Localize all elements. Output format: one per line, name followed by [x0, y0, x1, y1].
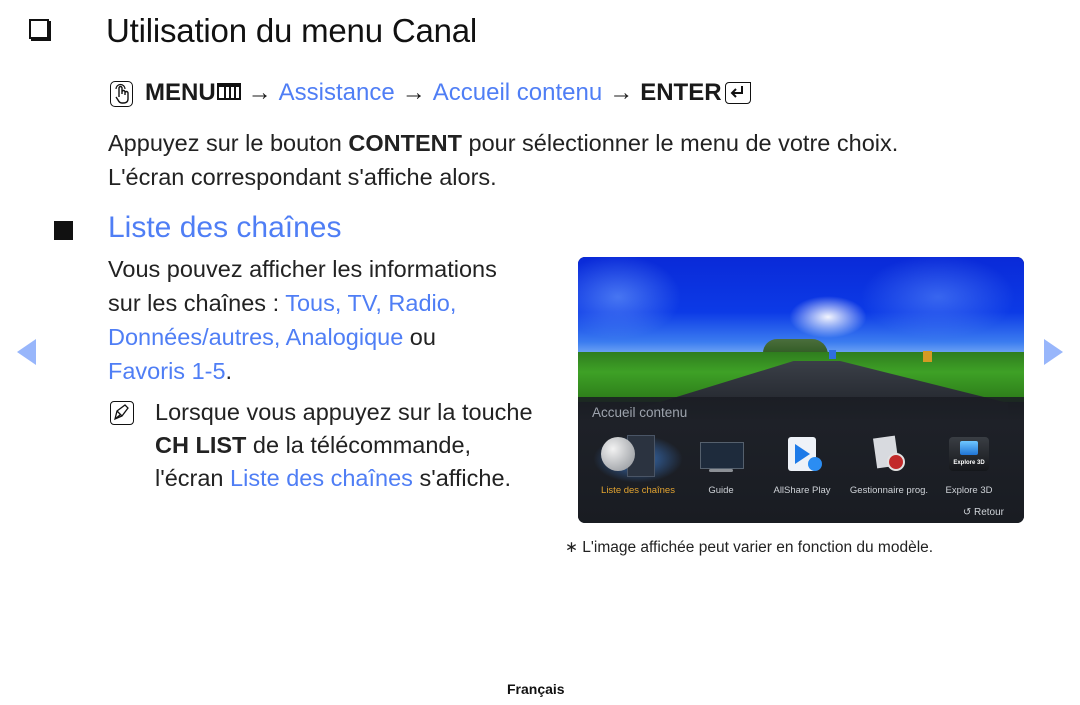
body-text: sur les chaînes : [108, 290, 286, 316]
allshare-badge-icon [808, 457, 822, 471]
path-step-accueil-contenu[interactable]: Accueil contenu [433, 79, 602, 107]
explore-3d-badge: Explore 3D [953, 460, 985, 466]
ch-list-key: CH LIST [155, 432, 247, 458]
note-line: l'écran [155, 465, 231, 491]
enter-label: ENTER [640, 79, 722, 106]
note-line: Lorsque vous appuyez sur la touche [155, 399, 533, 425]
path-step-assistance[interactable]: Assistance [279, 79, 395, 107]
favorites: Favoris 1-5 [108, 358, 226, 384]
3d-cube-icon [960, 441, 978, 455]
footer-language: Français [507, 681, 565, 697]
return-icon: ↺ [962, 507, 972, 518]
path-arrow: → [247, 79, 272, 106]
menu-label: MENU [145, 79, 216, 106]
body-line: Vous pouvez afficher les informations [108, 256, 497, 282]
note-line: s'affiche. [412, 465, 512, 491]
channel-types: Tous, TV, Radio, [285, 290, 457, 316]
subsection-title: Liste des chaînes [108, 211, 342, 244]
remote-hand-icon [110, 81, 133, 107]
satellite-dish-icon [601, 437, 635, 471]
section-checkbox-icon [29, 19, 49, 39]
return-button[interactable]: ↺ Retour [963, 507, 1004, 518]
tv-item-label: Liste des chaînes [601, 485, 675, 496]
tv-guide-icon [700, 442, 744, 469]
intro-text: pour sélectionner le menu de votre choix… [461, 130, 899, 156]
previous-page-arrow-icon[interactable] [17, 339, 36, 365]
panel-title: Accueil contenu [592, 405, 688, 420]
intro-line2: L'écran correspondant s'affiche alors. [108, 164, 497, 190]
return-label: Retour [973, 507, 1004, 518]
path-arrow: → [401, 79, 426, 106]
body-text: ou [403, 324, 436, 350]
menu-grid-icon [216, 82, 241, 100]
tv-stand [709, 469, 733, 472]
note-line: de la télécommande, [246, 432, 472, 458]
image-disclaimer: ∗ L'image affichée peut varier en foncti… [565, 539, 934, 556]
page-title: Utilisation du menu Canal [106, 12, 478, 49]
menu-path: MENU → Assistance → Accueil contenu → EN… [110, 79, 751, 107]
next-page-arrow-icon[interactable] [1044, 339, 1063, 365]
channel-types: Données/autres, Analogique [108, 324, 404, 350]
note-icon [110, 401, 134, 425]
road-sign-icon [829, 350, 836, 359]
subsection-bullet-icon [54, 221, 73, 240]
intro-text: Appuyez sur le bouton [108, 130, 349, 156]
section-body: Vous pouvez afficher les informations su… [108, 252, 497, 388]
content-key: CONTENT [348, 130, 462, 156]
intro-paragraph: Appuyez sur le bouton CONTENT pour sélec… [108, 126, 898, 194]
tv-item-label: Guide [708, 485, 734, 496]
schedule-clock-icon [887, 453, 905, 471]
tv-item-label: Gestionnaire prog. [849, 485, 929, 496]
tv-item-label: Explore 3D [945, 485, 993, 496]
path-arrow: → [609, 79, 634, 106]
tv-item-label: AllShare Play [773, 485, 831, 496]
road-sign-icon [923, 351, 932, 362]
enter-icon [724, 82, 751, 104]
tv-screenshot: Accueil contenu Liste des chaînes Guide … [578, 257, 1024, 523]
content-home-panel: Accueil contenu Liste des chaînes Guide … [578, 397, 1024, 523]
body-text: . [225, 358, 233, 384]
channel-list-link: Liste des chaînes [230, 465, 413, 491]
note-text: Lorsque vous appuyez sur la touche CH LI… [155, 396, 533, 495]
